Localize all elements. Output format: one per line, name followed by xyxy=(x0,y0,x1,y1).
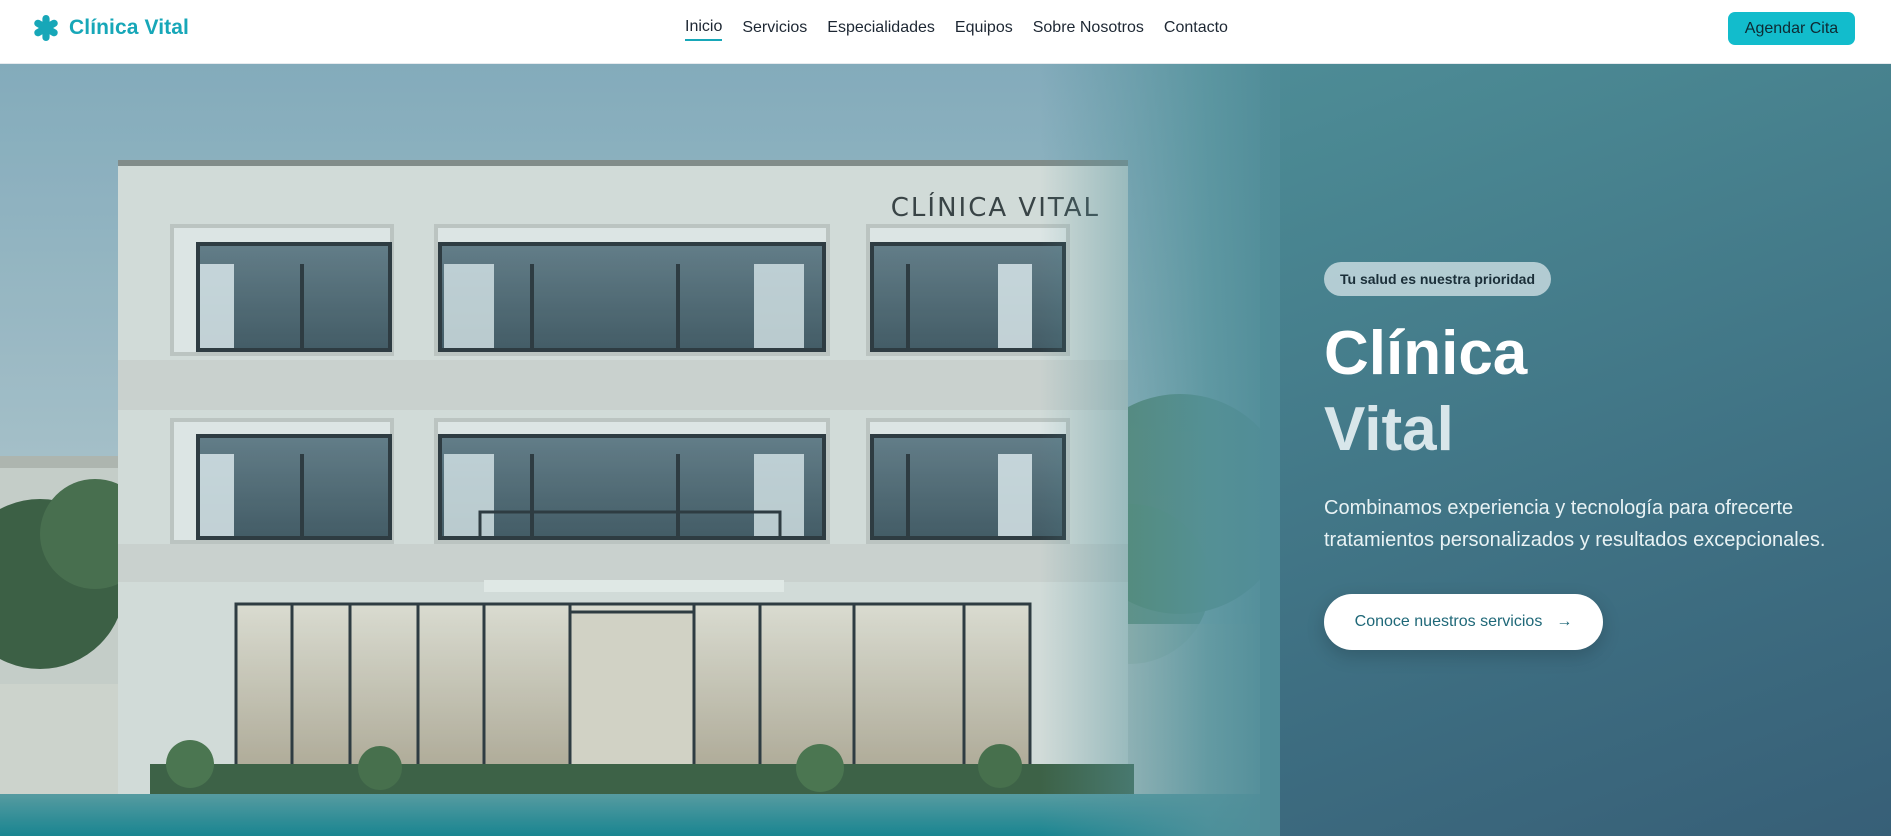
hero-title-line1: Clínica xyxy=(1324,319,1528,388)
services-cta-label: Conoce nuestros servicios xyxy=(1354,613,1543,630)
arrow-right-icon: → xyxy=(1556,613,1573,630)
site-header: Clínica Vital Inicio Servicios Especiali… xyxy=(0,0,1891,64)
nav-link-equipos[interactable]: Equipos xyxy=(955,18,1013,40)
nav-link-sobre-nosotros[interactable]: Sobre Nosotros xyxy=(1033,18,1144,40)
medical-star-icon xyxy=(34,15,58,41)
hero-title: Clínica Vital xyxy=(1324,316,1844,468)
services-cta-button[interactable]: Conoce nuestros servicios → xyxy=(1324,594,1603,650)
nav-link-especialidades[interactable]: Especialidades xyxy=(827,18,935,40)
nav-link-inicio[interactable]: Inicio xyxy=(685,17,723,41)
agendar-cita-button[interactable]: Agendar Cita xyxy=(1728,12,1855,45)
nav-link-contacto[interactable]: Contacto xyxy=(1164,18,1228,40)
brand-logo[interactable]: Clínica Vital xyxy=(32,13,189,43)
brand-name: Clínica Vital xyxy=(69,16,189,39)
hero-image-fade xyxy=(1040,64,1280,836)
hero-section: CLÍNICA VITAL Tu salud es nuestra priori… xyxy=(0,64,1891,836)
hero-subtitle: Combinamos experiencia y tecnología para… xyxy=(1324,497,1826,551)
main-nav: Inicio Servicios Especialidades Equipos … xyxy=(685,17,1228,41)
nav-link-servicios[interactable]: Servicios xyxy=(742,18,807,40)
hero-title-line2: Vital xyxy=(1324,395,1454,464)
hero-badge: Tu salud es nuestra prioridad xyxy=(1324,262,1552,296)
hero-content: Tu salud es nuestra prioridad Clínica Vi… xyxy=(1324,262,1844,650)
